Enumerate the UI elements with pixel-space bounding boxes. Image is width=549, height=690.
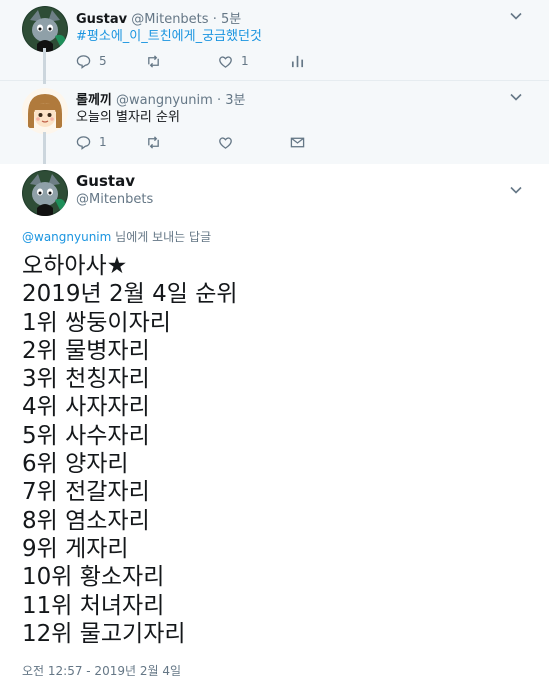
retweet-icon <box>148 135 159 149</box>
tweet-actions: 1 <box>76 133 536 151</box>
like-button[interactable] <box>218 133 241 151</box>
dm-button[interactable] <box>290 133 313 151</box>
thread-tweet-1[interactable]: Gustav @Mitenbets · 5분 #평소에_이_트친에게_궁금했던것… <box>0 0 549 80</box>
tweet-line: 3위 천칭자리 <box>22 366 150 393</box>
hashtag-link[interactable]: #평소에_이_트친에게_궁금했던것 <box>76 25 262 44</box>
tweet-line: 4위 사자자리 <box>22 394 150 421</box>
retweet-button[interactable] <box>146 133 169 151</box>
tweet-actions: 5 1 <box>76 52 536 70</box>
tweet-line: 5위 사수자리 <box>22 422 150 449</box>
reply-count: 5 <box>99 54 107 68</box>
thread-tweet-2[interactable]: 롤께끼 @wangnyunim · 3분 오늘의 별자리 순위 1 <box>0 80 549 164</box>
tweet-line: 1위 쌍둥이자리 <box>22 309 171 336</box>
reply-button[interactable]: 1 <box>76 133 107 151</box>
thread-connector <box>43 48 46 84</box>
tweet-text: 오늘의 별자리 순위 <box>76 110 180 125</box>
reply-icon <box>76 135 91 150</box>
reply-count: 1 <box>99 135 107 149</box>
heart-icon <box>219 136 232 149</box>
tweet-line: 9위 게자리 <box>22 535 129 562</box>
tweet-line: 12위 물고기자리 <box>22 620 186 647</box>
thread-connector <box>43 132 46 164</box>
tweet-body: 오하아사★ 2019년 2월 4일 순위 1위 쌍둥이자리 2위 물병자리 3위… <box>22 252 238 648</box>
heart-icon <box>219 55 232 68</box>
tweet-line: 6위 양자리 <box>22 451 129 478</box>
analytics-button[interactable] <box>290 52 313 70</box>
tweet-line: 2위 물병자리 <box>22 337 150 364</box>
user-handle[interactable]: @Mitenbets <box>76 192 153 207</box>
analytics-icon <box>291 55 304 67</box>
avatar-gustav[interactable] <box>22 6 68 52</box>
tweet-line: 7위 전갈자리 <box>22 479 150 506</box>
tweet-line: 10위 황소자리 <box>22 564 165 591</box>
tweet-line: 2019년 2월 4일 순위 <box>22 281 238 308</box>
tweet-timestamp[interactable]: 오전 12:57 - 2019년 2월 4일 <box>22 662 181 679</box>
chevron-down-icon[interactable] <box>508 89 524 105</box>
chevron-down-icon[interactable] <box>508 8 524 24</box>
reply-icon <box>76 54 91 69</box>
retweet-icon <box>148 54 159 68</box>
dm-icon <box>290 137 305 147</box>
tweet-time[interactable]: · 3분 <box>217 93 246 108</box>
like-button[interactable]: 1 <box>218 52 249 70</box>
avatar-gustav[interactable] <box>22 170 68 216</box>
reply-to-suffix: 님에게 보내는 답글 <box>111 230 212 244</box>
retweet-button[interactable] <box>146 52 169 70</box>
reply-to-link[interactable]: @wangnyunim <box>22 230 111 244</box>
avatar-wangnyunim[interactable] <box>22 88 68 134</box>
display-name[interactable]: Gustav <box>76 172 135 190</box>
like-count: 1 <box>241 54 249 68</box>
tweet-line: 11위 처녀자리 <box>22 592 165 619</box>
chevron-down-icon[interactable] <box>508 182 524 198</box>
tweet-line: 오하아사★ <box>22 253 128 279</box>
reply-button[interactable]: 5 <box>76 52 107 70</box>
tweet-line: 8위 염소자리 <box>22 507 150 534</box>
reply-context: @wangnyunim 님에게 보내는 답글 <box>22 228 211 245</box>
